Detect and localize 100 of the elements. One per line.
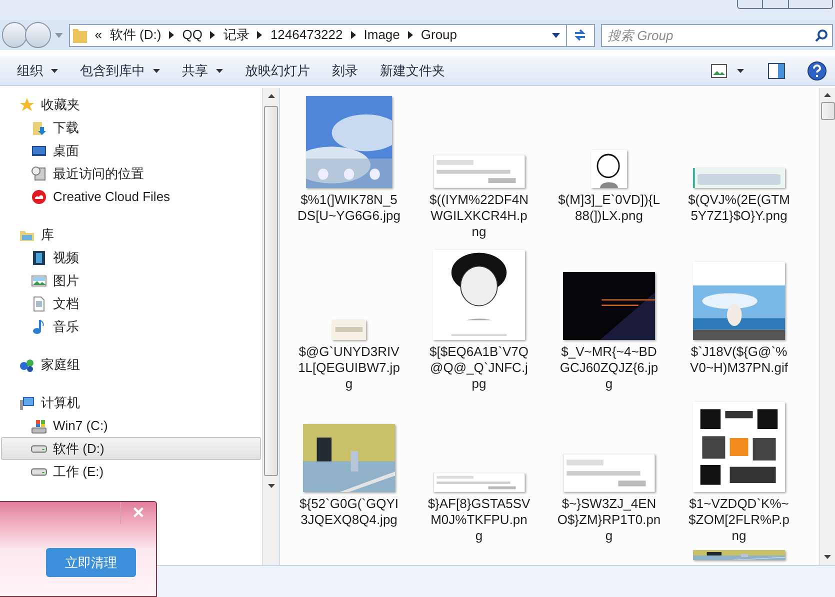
file-name[interactable]: $~}SW3ZJ_4ENO$}ZM}RP1T0.png [557, 496, 661, 544]
refresh-icon [573, 28, 588, 42]
nav-item[interactable]: 图片 [1, 269, 261, 292]
nav-group-header[interactable]: 收藏夹 [0, 93, 262, 116]
drive-icon [31, 468, 47, 476]
maximize-button[interactable] [763, 0, 789, 9]
toolbar-button[interactable]: 共享 [171, 58, 234, 84]
close-button[interactable] [789, 0, 833, 9]
help-icon[interactable] [807, 60, 827, 80]
music-note-icon [31, 318, 47, 334]
file-name[interactable]: $`J18V(${G@`%V0~H)M37PN.gif [687, 344, 791, 376]
caret-icon [153, 68, 160, 72]
breadcrumb-segment[interactable]: 1246473222 [270, 25, 343, 45]
breadcrumb-segment[interactable]: QQ [182, 25, 202, 45]
nav-item[interactable]: Win7 (C:) [1, 414, 261, 437]
toolbar-button[interactable]: 刻录 [321, 58, 369, 84]
scroll-up-icon[interactable] [824, 93, 831, 97]
chevron-icon [210, 31, 216, 39]
file-name[interactable]: $(QVJ%(2E(GTM5Y7Z1}$O}Y.png [687, 192, 791, 224]
star-icon [19, 96, 35, 112]
toolbar-button[interactable]: 包含到库中 [69, 58, 171, 84]
nav-item-label: 工作 (E:) [53, 462, 104, 481]
breadcrumb-overflow[interactable]: « [94, 25, 102, 45]
breadcrumb-segment[interactable]: 软件 (D:) [110, 25, 162, 45]
nav-item[interactable]: 软件 (D:) [1, 437, 261, 460]
file-name[interactable]: $((IYM%22DF4NWGILXKCR4H.png [427, 192, 531, 240]
scroll-down-icon[interactable] [824, 555, 831, 559]
nav-item[interactable]: 工作 (E:) [1, 460, 261, 483]
view-options-icon[interactable] [711, 64, 727, 78]
film-icon [31, 250, 47, 266]
nav-item-label: Win7 (C:) [53, 416, 108, 435]
nav-item[interactable]: 文档 [1, 292, 261, 315]
refresh-button[interactable] [567, 24, 594, 46]
nav-group-header[interactable]: 家庭组 [0, 353, 262, 376]
nav-item[interactable]: 下载 [1, 116, 261, 139]
folder-icon [72, 27, 87, 43]
scrollbar[interactable] [819, 88, 835, 565]
preview-pane-icon[interactable] [768, 62, 785, 78]
caret-icon [216, 68, 223, 72]
chevron-icon [350, 31, 356, 39]
nav-item-label: 图片 [53, 272, 79, 290]
file-name[interactable]: $1~VZDQD`K%~$ZOM[2FLR%P.png [687, 496, 791, 544]
file-name[interactable]: $[$EQ6A1B`V7Q@Q@_Q`JNFC.jpg [427, 344, 531, 392]
scroll-down-icon[interactable] [268, 484, 274, 488]
caret-icon [737, 68, 744, 72]
nav-item[interactable]: 最近访问的位置 [1, 162, 261, 185]
nav-item[interactable]: 桌面 [1, 139, 261, 162]
cloud-icon [31, 188, 47, 204]
nav-item-label: Creative Cloud Files [53, 188, 170, 206]
toolbar-button[interactable]: 新建文件夹 [369, 58, 456, 84]
file-name[interactable]: $(M]3]_E`0VD]){L88(])LX.png [557, 192, 661, 224]
file-name[interactable]: ${52`G0G(`GQYI3JQEXQ8Q4.jpg [297, 496, 401, 528]
nav-item-label: 最近访问的位置 [53, 164, 144, 183]
chevron-icon [169, 31, 174, 39]
document-icon [31, 296, 47, 312]
file-name[interactable]: $@G`UNYD3RIV1L[QEGUIBW7.jpg [297, 344, 401, 392]
image-icon [31, 272, 47, 288]
breadcrumb-segment[interactable]: Group [420, 25, 458, 45]
scroll-up-icon[interactable] [268, 94, 274, 98]
chevron-icon [257, 31, 262, 39]
nav-group-label: 计算机 [41, 394, 80, 412]
back-button[interactable] [2, 22, 28, 48]
nav-item-label: 视频 [53, 248, 79, 267]
drive-icon [31, 444, 47, 452]
file-name[interactable]: $%1(]WIK78N_5DS[U~YG6G6.jpg [297, 192, 401, 224]
address-bar[interactable]: « 软件 (D:) QQ 记录 1246473222 Image Group [68, 24, 568, 46]
nav-item[interactable]: 视频 [1, 246, 261, 269]
nav-group-label: 收藏夹 [41, 96, 80, 114]
scrollbar[interactable] [262, 88, 279, 565]
forward-button[interactable] [25, 22, 51, 48]
nav-group-header[interactable]: 计算机 [0, 391, 262, 414]
nav-item-label: 软件 (D:) [53, 440, 104, 458]
nav-item[interactable]: Creative Cloud Files [1, 185, 261, 208]
chevron-icon [408, 31, 413, 39]
nav-item[interactable]: 音乐 [1, 315, 261, 338]
nav-group-header[interactable]: 库 [0, 223, 262, 246]
recent-places-icon [31, 166, 47, 182]
minimize-button[interactable] [737, 0, 763, 9]
nav-item-label: 文档 [53, 294, 79, 313]
file-name[interactable]: $}AF[8}GSTA5SVM0J%TKFPU.png [427, 496, 531, 544]
nav-group-label: 库 [41, 226, 54, 244]
caret-icon[interactable] [552, 32, 560, 38]
nav-item-label: 桌面 [53, 142, 79, 160]
network-icon [19, 356, 35, 372]
caret-icon [51, 68, 58, 72]
search-icon [814, 28, 828, 42]
search-field[interactable]: 搜索 Group [600, 24, 833, 46]
file-name[interactable]: $_V~MR{~4~BDGCJ60ZQJZ{6.jpg [557, 344, 661, 392]
computer-icon [19, 394, 35, 410]
nav-item-label: 音乐 [53, 318, 79, 336]
scrollbar-thumb[interactable] [264, 106, 278, 476]
scrollbar-thumb[interactable] [820, 102, 834, 120]
download-folder-icon [31, 120, 47, 136]
breadcrumb-segment[interactable]: Image [364, 25, 400, 45]
drive-icon [31, 418, 47, 434]
nav-item-label: 下载 [53, 118, 79, 137]
toolbar-button[interactable]: 组织 [6, 58, 69, 84]
breadcrumb-segment[interactable]: 记录 [223, 25, 250, 45]
nav-group-label: 家庭组 [41, 356, 80, 374]
toolbar-button[interactable]: 放映幻灯片 [234, 58, 321, 84]
